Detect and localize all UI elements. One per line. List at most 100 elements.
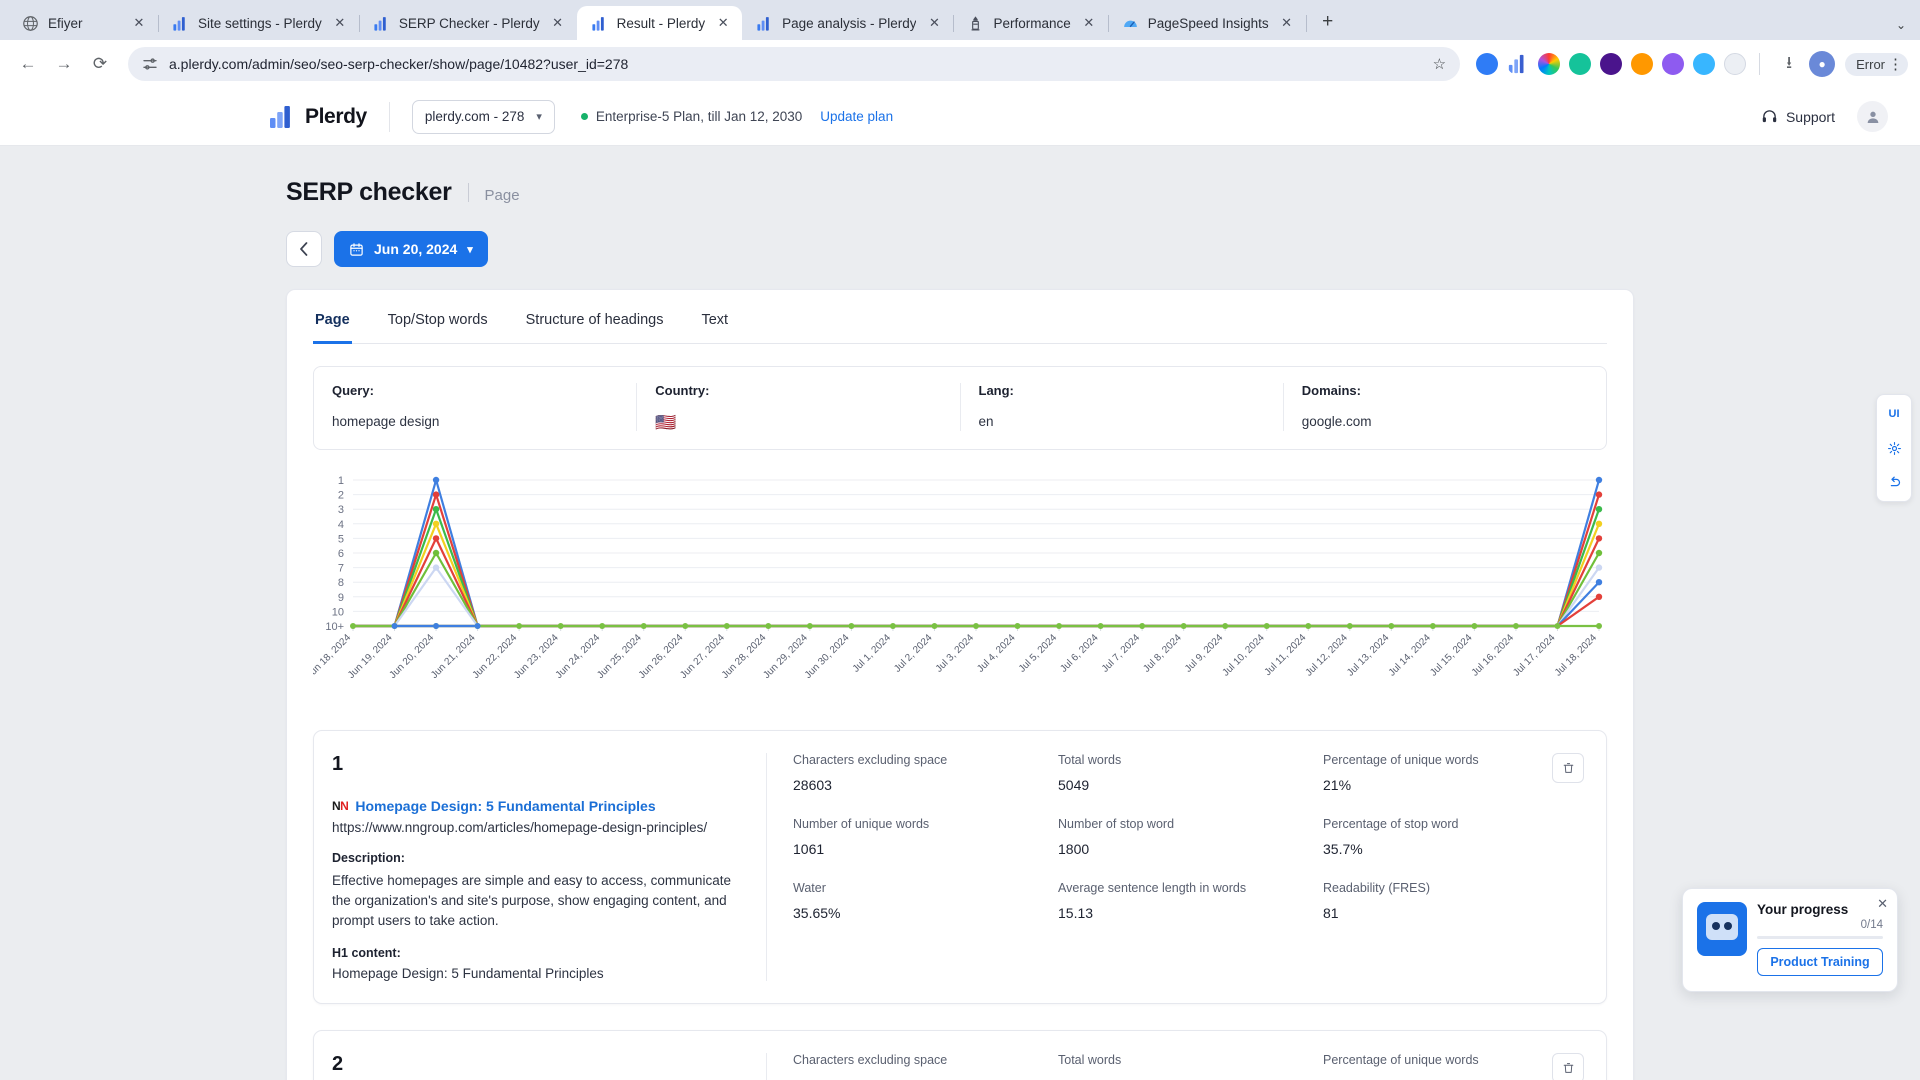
hexometer-icon[interactable]: [1631, 53, 1654, 75]
progress-bar: [1757, 936, 1883, 939]
plerdy-icon[interactable]: [1507, 53, 1529, 75]
close-icon[interactable]: ✕: [549, 14, 567, 32]
meta-label: Lang:: [978, 383, 1014, 398]
svg-text:Jul 16, 2024: Jul 16, 2024: [1470, 632, 1517, 679]
tab-title: Efiyer: [48, 15, 83, 31]
browser-tab-serp-checker[interactable]: SERP Checker - Plerdy ✕: [359, 6, 578, 40]
reload-icon[interactable]: ⟳: [84, 48, 116, 80]
page-subtitle: Page: [484, 187, 520, 204]
error-badge[interactable]: Error ⋮: [1845, 52, 1908, 76]
stat-label: Percentage of stop word: [1323, 817, 1459, 831]
browser-tab-efiyer[interactable]: Efiyer ✕: [8, 6, 159, 40]
close-icon[interactable]: ✕: [331, 14, 349, 32]
bookmark-star-icon[interactable]: ☆: [1433, 55, 1446, 73]
undo-glyph: [1890, 476, 1900, 486]
svg-text:8: 8: [338, 577, 344, 589]
tab-page[interactable]: Page: [313, 296, 352, 344]
stat-label: Readability (FRES): [1323, 881, 1430, 895]
serp-position-chart[interactable]: 1 2 3 4 5 6 7 8 9 10 10+ Jun 18, 2024 Jun 19, 2024 Ju…: [313, 472, 1607, 704]
page-container: SERP checker Page Jun 20, 2024 ▾ Page To…: [286, 146, 1634, 1080]
mascot-face: [1706, 914, 1738, 940]
tab-structure-of-headings[interactable]: Structure of headings: [524, 296, 666, 344]
puzzle-icon[interactable]: [1693, 53, 1716, 75]
stat-label: Characters excluding space: [793, 1052, 948, 1067]
svg-text:Jul 7, 2024: Jul 7, 2024: [1100, 632, 1143, 675]
stat-label: Number of stop word: [1058, 817, 1175, 831]
browser-tab-page-analysis[interactable]: Page analysis - Plerdy ✕: [742, 6, 955, 40]
tab-text[interactable]: Text: [699, 296, 730, 344]
undo-icon[interactable]: [1880, 469, 1908, 495]
gear-glyph: [1887, 441, 1901, 455]
forward-icon[interactable]: →: [48, 48, 80, 80]
profile-avatar[interactable]: ●: [1809, 51, 1836, 77]
svg-text:Jul 6, 2024: Jul 6, 2024: [1058, 632, 1101, 675]
svg-text:Jul 12, 2024: Jul 12, 2024: [1304, 632, 1351, 679]
meta-value: homepage design: [332, 414, 440, 429]
site-settings-icon[interactable]: [142, 56, 158, 72]
chevron-down-icon: ▾: [467, 243, 473, 256]
result-stats: Characters excluding space 28603 Total wo…: [766, 753, 1588, 981]
chrome-menu-icon[interactable]: ⋮: [1888, 57, 1903, 72]
result-url: https://www.nngroup.com/articles/homepag…: [332, 820, 708, 835]
close-icon[interactable]: ✕: [1877, 896, 1888, 912]
tab-title: Site settings - Plerdy: [198, 15, 322, 31]
ui-button[interactable]: UI: [1880, 401, 1908, 427]
close-icon[interactable]: ✕: [1278, 14, 1296, 32]
browser-tab-pagespeed[interactable]: PageSpeed Insights ✕: [1108, 6, 1307, 40]
address-bar[interactable]: a.plerdy.com/admin/seo/seo-serp-checker/…: [128, 47, 1461, 81]
close-icon[interactable]: ✕: [130, 14, 148, 32]
browser-tab-site-settings[interactable]: Site settings - Plerdy ✕: [158, 6, 360, 40]
date-picker-button[interactable]: Jun 20, 2024 ▾: [334, 231, 488, 267]
meta-country: Country: 🇺🇸: [637, 383, 961, 431]
delete-result-button[interactable]: [1552, 753, 1584, 783]
previous-date-button[interactable]: [286, 231, 322, 267]
browser-tab-result-active[interactable]: Result - Plerdy ✕: [576, 6, 743, 40]
update-plan-link[interactable]: Update plan: [820, 109, 893, 124]
stat-value: 81: [1323, 905, 1339, 921]
plan-status: Enterprise-5 Plan, till Jan 12, 2030 Upd…: [580, 109, 893, 124]
user-avatar[interactable]: [1857, 101, 1888, 132]
close-icon[interactable]: ✕: [925, 14, 943, 32]
close-icon[interactable]: ✕: [714, 14, 732, 32]
gear-icon[interactable]: [1880, 435, 1908, 461]
pagespeed-icon: [1123, 20, 1137, 27]
delete-result-button[interactable]: [1552, 1052, 1584, 1080]
browser-tab-performance[interactable]: Performance ✕: [953, 6, 1109, 40]
stat-label: Average sentence length in words: [1058, 881, 1247, 895]
new-tab-button[interactable]: +: [1312, 6, 1344, 38]
chart-canvas: 1234567891010+Jun 18, 2024Jun 19, 2024Ju…: [313, 475, 1603, 681]
plerdy-icon: [592, 16, 604, 31]
meta-label: Domains:: [1301, 383, 1361, 398]
svg-text:2: 2: [338, 490, 344, 502]
download-icon[interactable]: ⭳: [1773, 48, 1805, 80]
support-button[interactable]: Support: [1761, 108, 1835, 125]
result-title-link[interactable]: Homepage Design: 5 Fundamental Principle…: [355, 798, 655, 814]
stat-label: Water: [793, 881, 826, 895]
tab-title: Result - Plerdy: [616, 15, 706, 31]
brand-logo[interactable]: Plerdy: [270, 105, 367, 129]
back-icon[interactable]: ←: [12, 48, 44, 80]
grammarly-icon[interactable]: [1569, 53, 1592, 75]
plerdy-logo-icon: [270, 105, 290, 128]
result-h1: Homepage Design: 5 Fundamental Principle…: [332, 965, 604, 981]
chevron-down-icon[interactable]: ⌄: [1896, 18, 1906, 32]
browser-chrome: Efiyer ✕ Site settings - Plerdy ✕ SERP C…: [0, 0, 1920, 88]
main-card: Page Top/Stop words Structure of heading…: [286, 289, 1634, 1080]
page-body: SERP checker Page Jun 20, 2024 ▾ Page To…: [0, 146, 1920, 1080]
colorzilla-icon[interactable]: [1538, 53, 1561, 75]
product-training-button[interactable]: Product Training: [1757, 948, 1883, 976]
wappalyzer-icon[interactable]: [1600, 53, 1623, 75]
tab-top-stop-words[interactable]: Top/Stop words: [386, 296, 490, 344]
stat-value: 1061: [793, 841, 825, 857]
result-summary: 1 NN Homepage Design: 5 Fundamental Prin…: [314, 753, 766, 981]
site-selector-value: plerdy.com - 278: [424, 109, 525, 124]
title-divider: [467, 183, 469, 202]
brand-name: Plerdy: [305, 104, 367, 128]
loom-icon[interactable]: [1476, 53, 1499, 75]
stat-percentage-unique-words: Percentage of unique words25.4%: [1323, 1053, 1588, 1080]
site-selector[interactable]: plerdy.com - 278 ▾: [411, 99, 555, 134]
close-icon[interactable]: ✕: [1080, 14, 1098, 32]
similarweb-icon[interactable]: [1662, 53, 1685, 75]
meta-label: Country:: [655, 383, 710, 398]
extensions-puzzle-icon[interactable]: [1724, 53, 1747, 75]
